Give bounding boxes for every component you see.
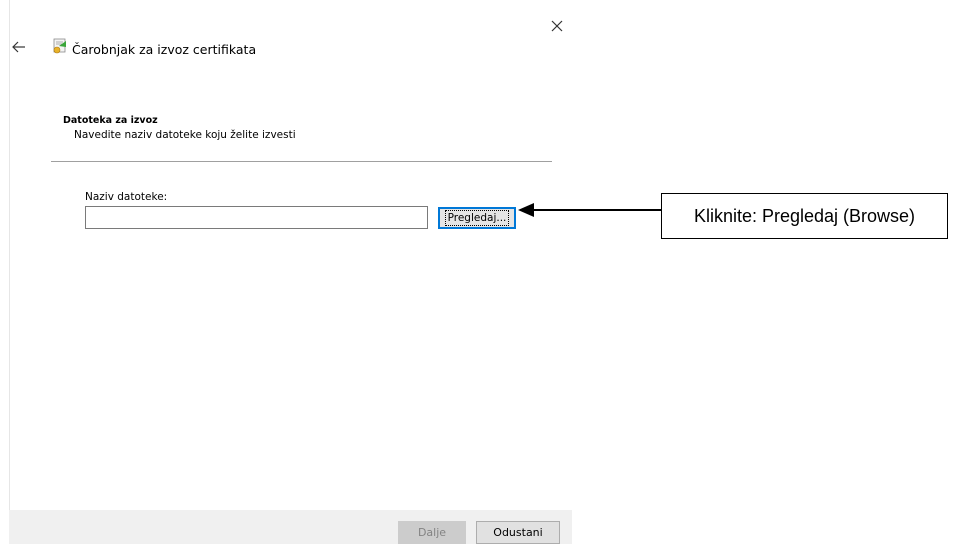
next-button[interactable]: Dalje xyxy=(398,521,466,544)
page-subheading: Navedite naziv datoteke koju želite izve… xyxy=(74,129,296,141)
header-divider xyxy=(51,161,552,162)
certificate-icon xyxy=(53,38,66,54)
filename-input[interactable] xyxy=(85,206,428,229)
callout-arrow-icon xyxy=(518,203,662,217)
browse-button[interactable]: Pregledaj... xyxy=(438,207,516,229)
browse-button-label: Pregledaj... xyxy=(444,210,510,226)
page-heading: Datoteka za izvoz xyxy=(63,115,158,126)
window-title: Čarobnjak za izvoz certifikata xyxy=(72,42,257,57)
export-wizard-window xyxy=(9,0,573,544)
filename-label: Naziv datoteke: xyxy=(85,191,168,203)
callout-annotation: Kliknite: Pregledaj (Browse) xyxy=(661,193,948,239)
cancel-button[interactable]: Odustani xyxy=(476,521,560,544)
back-arrow-icon[interactable] xyxy=(12,41,26,53)
close-icon[interactable] xyxy=(549,18,565,34)
